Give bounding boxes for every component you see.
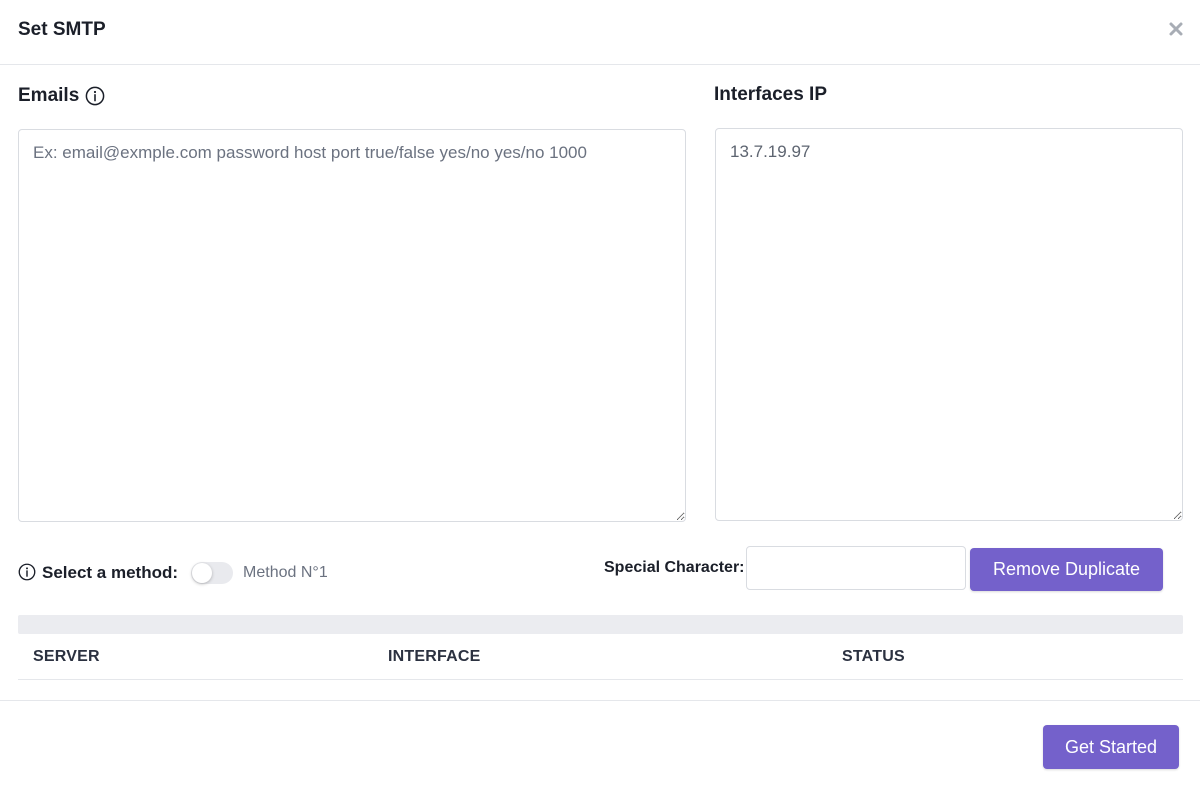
- table-header: SERVER INTERFACE STATUS: [18, 634, 1183, 680]
- method-toggle[interactable]: [191, 562, 234, 584]
- toggle-knob: [192, 563, 213, 583]
- modal-header: Set SMTP: [0, 0, 1200, 65]
- method-row: Select a method: Method N°1: [18, 560, 328, 586]
- remove-duplicate-button[interactable]: Remove Duplicate: [970, 548, 1163, 591]
- special-character-label: Special Character:: [604, 559, 745, 576]
- method-value: Method N°1: [243, 564, 328, 581]
- interfaces-textarea[interactable]: 13.7.19.97: [715, 128, 1183, 521]
- emails-label-text: Emails: [18, 85, 80, 106]
- column-header-status[interactable]: STATUS: [842, 648, 905, 666]
- emails-label: Emails: [18, 85, 105, 107]
- footer-divider: [0, 700, 1200, 701]
- set-smtp-modal: Set SMTP Emails Interfaces IP 13.7.19.97: [0, 0, 1200, 791]
- info-icon[interactable]: [85, 86, 105, 106]
- column-header-server[interactable]: SERVER: [33, 648, 100, 666]
- get-started-button[interactable]: Get Started: [1043, 725, 1179, 769]
- interfaces-label: Interfaces IP: [714, 84, 827, 106]
- emails-textarea[interactable]: [18, 129, 686, 522]
- special-character-input[interactable]: [746, 546, 966, 590]
- interfaces-label-text: Interfaces IP: [714, 84, 827, 105]
- close-icon[interactable]: [1166, 19, 1186, 39]
- column-header-interface[interactable]: INTERFACE: [388, 648, 480, 666]
- method-label: Select a method:: [42, 563, 179, 582]
- info-icon[interactable]: [18, 563, 38, 583]
- table-progress-bar: [18, 615, 1183, 634]
- modal-title: Set SMTP: [18, 19, 106, 40]
